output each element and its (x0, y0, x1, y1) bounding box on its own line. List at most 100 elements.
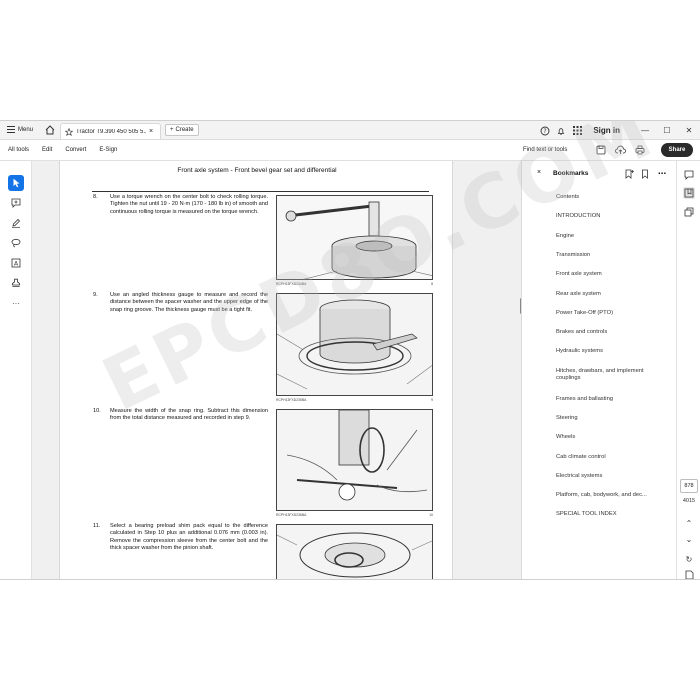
cursor-arrow-icon (13, 178, 19, 188)
figure-caption: RCPH13FXD236BA 10 (276, 513, 433, 517)
figure-caption: RCPH13FXD234BA 8 (276, 282, 433, 286)
draw-tool[interactable] (8, 215, 24, 231)
home-icon[interactable] (44, 124, 56, 136)
share-button[interactable]: Share (661, 143, 693, 157)
figure-code: RCPH13FXD235BA (276, 398, 307, 402)
lasso-icon (11, 238, 21, 248)
bookmark-item[interactable]: Electrical systems (556, 473, 668, 480)
step-8: 8. Use a torque wrench on the center bol… (93, 194, 268, 216)
bookmark-item[interactable]: Power Take-Off (PTO) (556, 310, 668, 317)
right-rail: 878 4015 ⌃ ⌄ ↻ (676, 161, 700, 579)
pages-panel-button[interactable] (683, 206, 695, 218)
pdf-page: Front axle system - Front bevel gear set… (59, 161, 453, 579)
bookmarks-panel-button[interactable] (683, 187, 695, 199)
thickness-gauge-illustration (277, 294, 432, 395)
cloud-upload-icon[interactable] (615, 145, 626, 155)
torque-wrench-illustration (277, 196, 432, 279)
chevron-down-icon: ⌄ (685, 534, 693, 544)
step-11: 11. Select a bearing preload shim pack e… (93, 523, 268, 553)
acrobat-window: Menu Tractor T9.390 450 505 5... × + Cre… (0, 120, 700, 580)
comment-plus-icon (11, 198, 21, 208)
bookmark-item[interactable]: Frames and ballasting (556, 396, 668, 403)
maximize-icon[interactable]: ☐ (656, 126, 678, 135)
step-9: 9. Use an angled thickness gauge to meas… (93, 292, 268, 314)
bookmark-item[interactable]: Hitches, drawbars, and implement couplin… (556, 368, 668, 383)
close-panel-icon[interactable]: × (537, 169, 541, 176)
page-header: Front axle system - Front bevel gear set… (177, 167, 337, 174)
bookmark-item[interactable]: Brakes and controls (556, 329, 668, 336)
rotate-icon: ↻ (685, 554, 693, 564)
step-text: Use an angled thickness gauge to measure… (110, 292, 268, 313)
toolbar-edit[interactable]: Edit (42, 147, 52, 153)
bookmark-item[interactable]: Engine (556, 233, 668, 240)
more-dots-icon: ··· (12, 298, 20, 308)
minimize-icon[interactable]: — (634, 126, 656, 135)
toolbar-convert[interactable]: Convert (65, 147, 86, 153)
toolbar-esign[interactable]: E-Sign (99, 147, 117, 153)
pen-icon (12, 218, 21, 228)
page-fit-button[interactable] (683, 569, 695, 579)
document-view[interactable]: Front axle system - Front bevel gear set… (33, 161, 523, 579)
previous-page-button[interactable]: ⌃ (683, 517, 695, 529)
bookmark-item[interactable]: Contents (556, 194, 668, 201)
step-text: Use a torque wrench on the center bolt t… (110, 194, 268, 215)
save-icon[interactable] (596, 145, 606, 155)
more-tools-button[interactable]: ··· (8, 295, 24, 311)
step-10: 10. Measure the width of the snap ring. … (93, 408, 268, 423)
select-tool[interactable] (8, 175, 24, 191)
text-box-icon: A (11, 258, 21, 268)
rotate-button[interactable]: ↻ (683, 553, 695, 565)
toolbar-all-tools[interactable]: All tools (8, 147, 29, 153)
step-number: 9. (93, 292, 98, 298)
toolbar-icons (596, 145, 645, 155)
plus-icon: + (170, 127, 174, 133)
more-options-icon[interactable]: ⋯ (658, 169, 668, 179)
find-text-button[interactable]: Find text or tools (523, 147, 567, 153)
apps-grid-icon[interactable] (572, 126, 582, 136)
bookmark-item[interactable]: Platform, cab, bodywork, and dec... (556, 492, 668, 499)
close-window-icon[interactable]: ✕ (678, 126, 700, 135)
bookmark-item[interactable]: Cab climate control (556, 454, 668, 461)
star-icon[interactable] (65, 127, 73, 136)
bookmark-item[interactable]: SPECIAL TOOL INDEX (556, 511, 668, 518)
tab-close-icon[interactable]: × (149, 128, 153, 135)
add-comment-tool[interactable] (8, 195, 24, 211)
svg-text:A: A (14, 260, 19, 267)
print-icon[interactable] (635, 145, 645, 155)
bookmark-item[interactable]: INTRODUCTION (556, 213, 668, 220)
create-button[interactable]: + Create (165, 124, 199, 136)
sign-in-button[interactable]: Sign in (593, 126, 620, 135)
bell-icon[interactable] (556, 126, 566, 136)
help-icon[interactable]: ? (540, 126, 550, 136)
bookmark-item[interactable]: Wheels (556, 434, 668, 441)
copy-pages-icon (684, 207, 694, 217)
titlebar-actions: ? Sign in — ☐ ✕ (537, 121, 700, 140)
bookmarks-panel: × Bookmarks ⋯ Contents INTRODUCTION Engi… (521, 161, 677, 579)
lasso-tool[interactable] (8, 235, 24, 251)
toolbar-menu: All tools Edit Convert E-Sign (8, 147, 117, 153)
chevron-up-icon: ⌃ (685, 518, 693, 528)
figure-snap-ring-measure (276, 409, 433, 511)
bookmarks-header: × Bookmarks ⋯ (522, 169, 677, 183)
bookmark-item[interactable]: Rear axle system (556, 291, 668, 298)
stamp-tool[interactable] (8, 275, 24, 291)
step-number: 8. (93, 194, 98, 200)
bookmark-item[interactable]: Front axle system (556, 271, 668, 278)
comments-panel-button[interactable] (683, 169, 695, 181)
step-number: 10. (93, 408, 101, 414)
bookmark-item[interactable]: Steering (556, 415, 668, 422)
text-recognition-tool[interactable]: A (8, 255, 24, 271)
bookmark-item[interactable]: Transmission (556, 252, 668, 259)
left-tool-rail: A ··· (0, 161, 32, 579)
bookmark-item[interactable]: Hydraulic systems (556, 348, 668, 355)
add-bookmark-icon[interactable] (624, 169, 634, 179)
figure-number: 9 (431, 398, 433, 402)
page-number-input[interactable]: 878 (680, 479, 698, 493)
next-page-button[interactable]: ⌄ (683, 533, 695, 545)
bookmark-icon[interactable] (640, 169, 650, 179)
svg-text:?: ? (544, 128, 547, 135)
menu-button[interactable]: Menu (7, 126, 33, 133)
page-icon (685, 570, 693, 579)
document-tab[interactable]: Tractor T9.390 450 505 5... × (60, 123, 161, 139)
stamp-icon (12, 278, 20, 287)
